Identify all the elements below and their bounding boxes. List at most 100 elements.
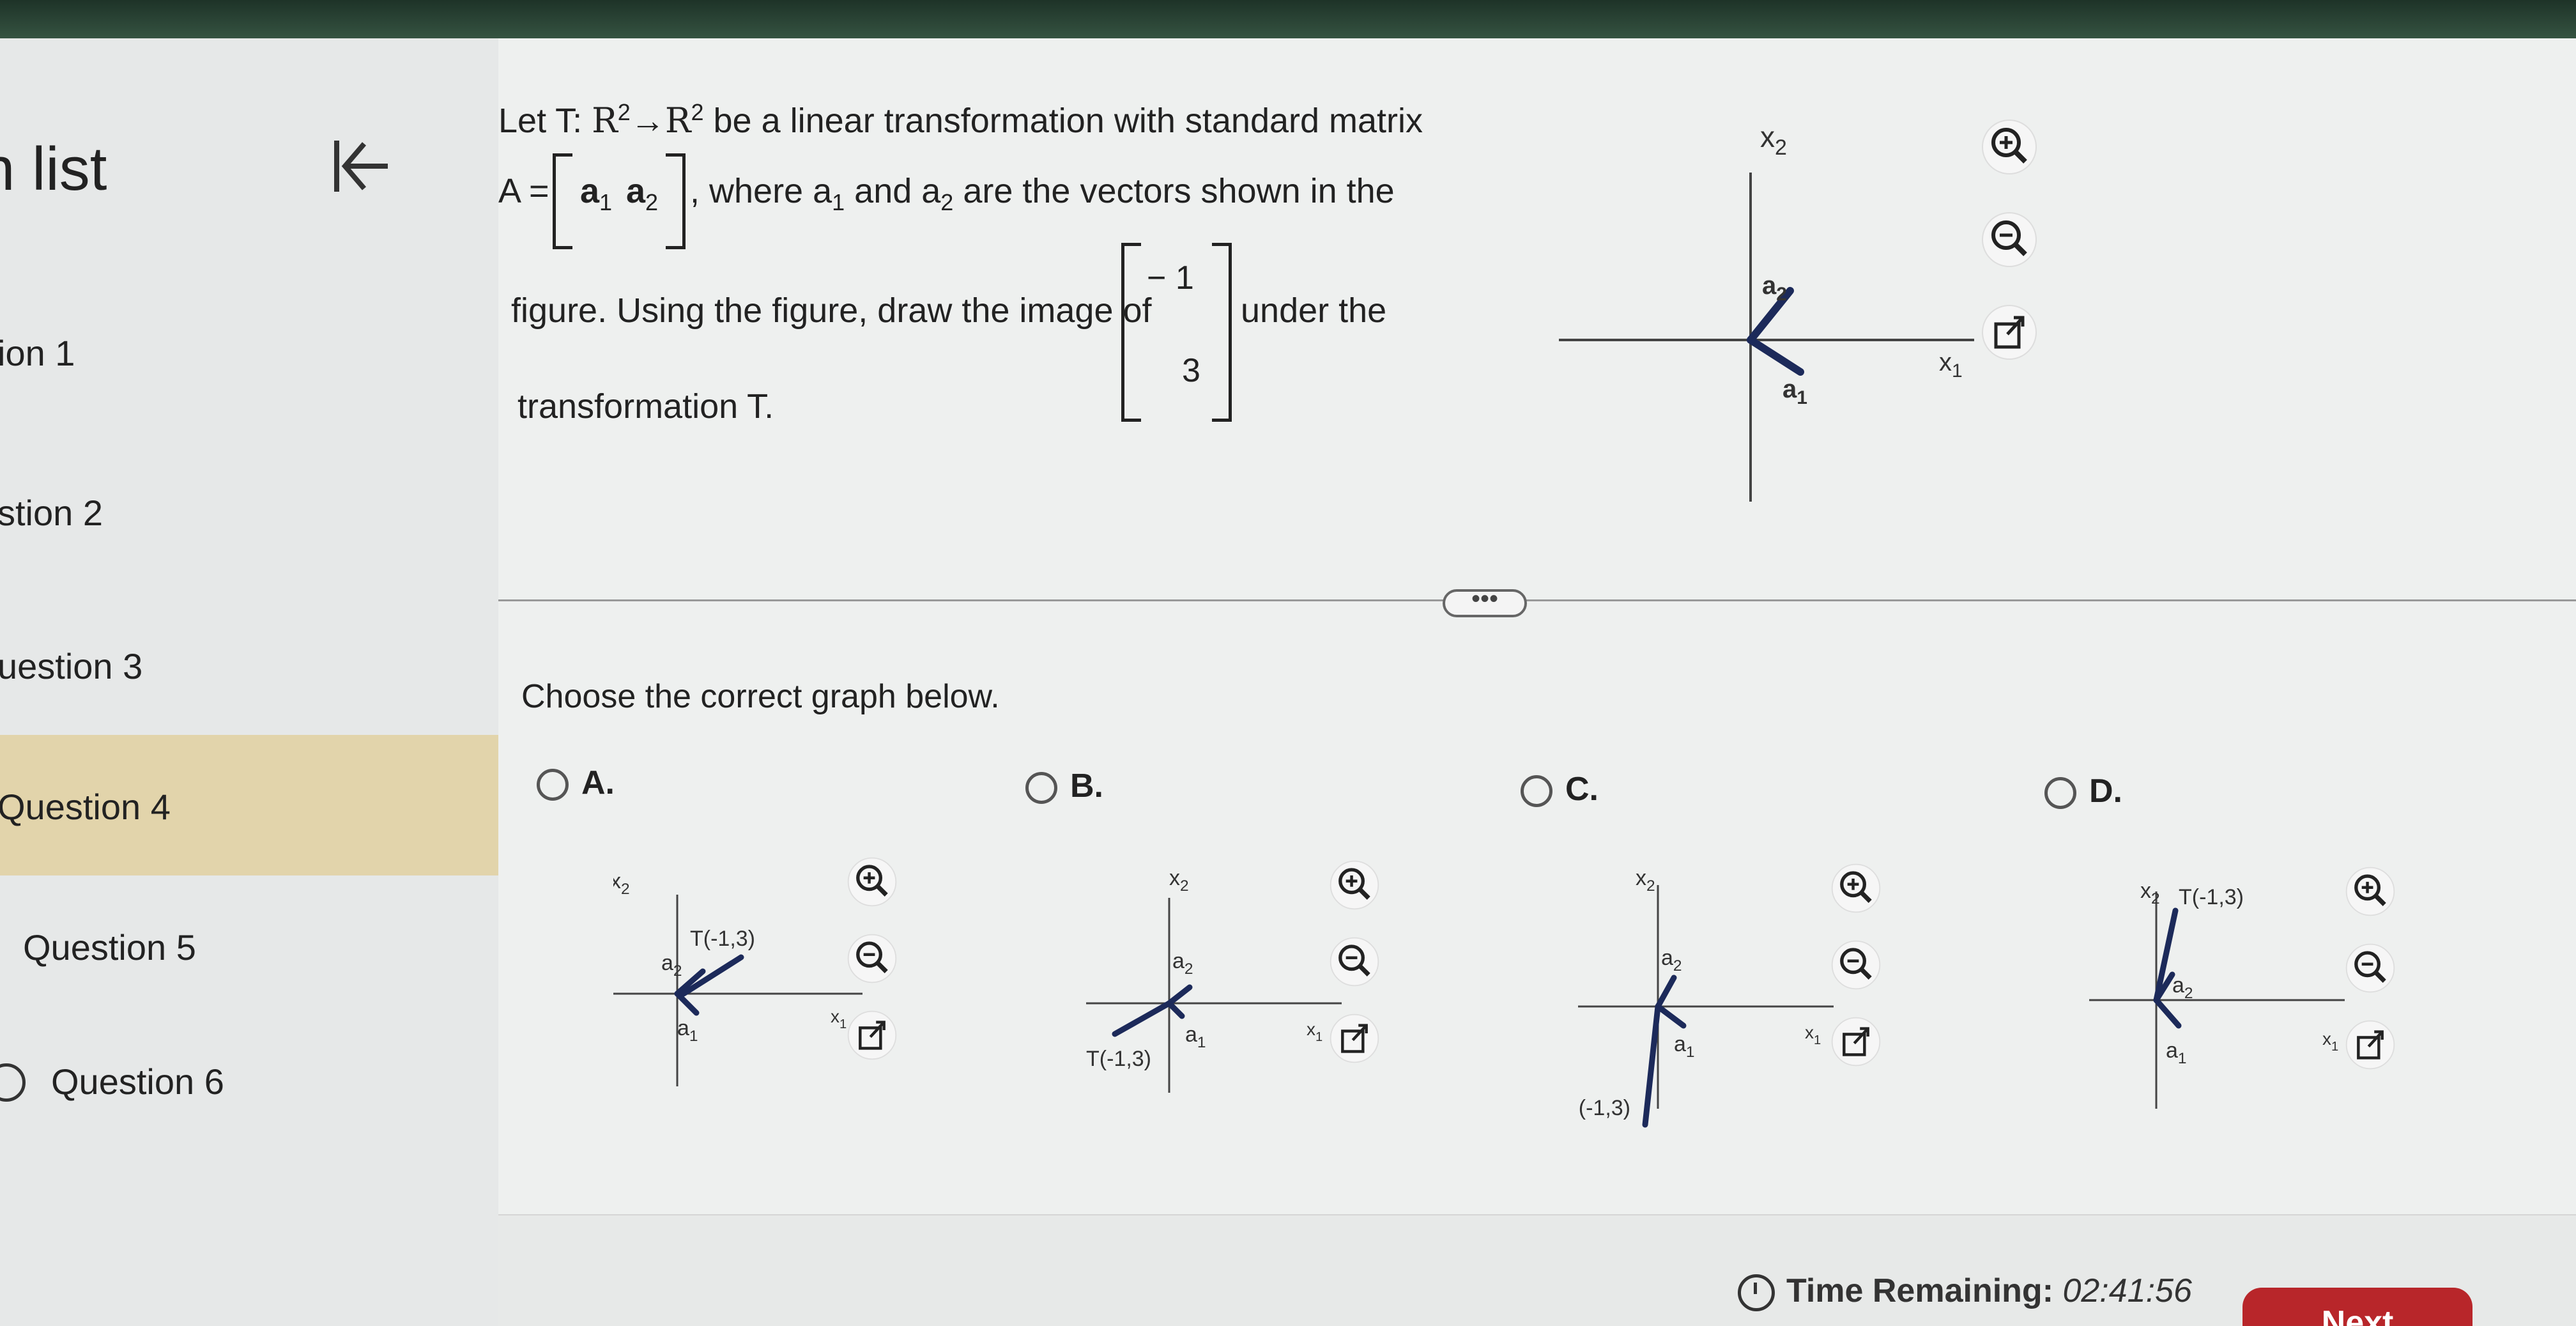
vector-label-a2: a2 (2172, 973, 2193, 1002)
open-in-new-window-icon[interactable] (847, 1010, 898, 1061)
image-label: T(-1,3) (690, 927, 755, 951)
matrix-column-2: a2 (626, 171, 658, 216)
radio-icon[interactable] (2044, 777, 2076, 810)
question-line-4: transformation T. (518, 387, 774, 426)
question-text: Let T: (498, 102, 592, 140)
option-c-graph: T(-1,3) a2 a1 x2 x1 (1578, 866, 1834, 1128)
axis-label-x2: x2 (613, 869, 630, 898)
axis-label-x2: x2 (1169, 866, 1189, 895)
vector-label-a1: a1 (2166, 1038, 2187, 1067)
question-line-3: figure. Using the figure, draw the image… (511, 291, 1152, 330)
option-c[interactable]: C. (1521, 770, 1598, 808)
section-divider (498, 599, 2576, 601)
zoom-in-icon[interactable] (1329, 860, 1380, 911)
question-text: are the vectors shown in the (953, 172, 1395, 210)
zoom-in-icon[interactable] (2345, 866, 2396, 917)
vector-entry-bottom: 3 (1182, 352, 1200, 389)
axis-label-x2: x2 (1636, 866, 1655, 895)
vector-t-image (1642, 1003, 1661, 1128)
axis-label-x1: x1 (1805, 1022, 1821, 1047)
subscript: 1 (599, 189, 613, 215)
exponent: 2 (691, 99, 704, 125)
vector-label-a2: a2 (1172, 949, 1193, 978)
next-button[interactable]: Next (2242, 1288, 2472, 1326)
option-a-graph: T(-1,3) a2 a1 x2 x1 (613, 869, 862, 1086)
question-text: and a (845, 172, 941, 210)
question-status-icon (0, 1063, 26, 1102)
matrix-bracket-right (666, 153, 686, 249)
question-line-3-end: under the (1241, 291, 1387, 330)
zoom-in-icon[interactable] (1830, 863, 1882, 914)
zoom-out-icon[interactable] (2345, 943, 2396, 994)
matrix-column-1: a1 (580, 171, 612, 216)
sidebar-item-question-2[interactable]: stion 2 (0, 441, 498, 582)
sidebar-item-question-5[interactable]: Question 5 (0, 875, 498, 1016)
screen: n list ion 1 stion 2 uestion 3 Question … (0, 38, 2576, 1326)
axis-label-x1: x1 (831, 1006, 847, 1031)
sidebar-item-question-3[interactable]: uestion 3 (0, 594, 498, 735)
clock-icon (1738, 1274, 1775, 1312)
question-figure: x2 x1 a2 a1 (1559, 120, 1974, 502)
option-label: A. (581, 764, 615, 801)
option-b[interactable]: B. (1025, 767, 1103, 805)
zoom-out-icon[interactable] (847, 933, 898, 984)
time-remaining: Time Remaining: 02:41:56 (1738, 1272, 2192, 1312)
radio-icon[interactable] (537, 769, 569, 801)
sidebar-item-question-6[interactable]: Question 6 (0, 1010, 498, 1150)
question-line-2: , where a1 and a2 are the vectors shown … (690, 171, 1395, 216)
question-panel: Let T: R2→R2 be a linear transformation … (498, 38, 2576, 1326)
open-in-new-window-icon[interactable] (1830, 1016, 1882, 1067)
radio-icon[interactable] (1025, 772, 1057, 805)
collapse-sidebar-icon[interactable] (329, 134, 393, 208)
subscript: 2 (940, 189, 954, 215)
sidebar-title: n list (0, 135, 107, 203)
vector-symbol: a (580, 172, 600, 210)
open-in-new-window-icon[interactable] (1329, 1013, 1380, 1064)
axis-label-x2: x2 (1760, 120, 1787, 160)
axis-label-x2: x2 (2140, 879, 2160, 907)
zoom-out-icon[interactable] (1830, 939, 1882, 991)
vector-label-a1: a1 (1674, 1032, 1695, 1061)
codomain-symbol: R (664, 100, 691, 141)
vector-label-a2: a2 (1661, 946, 1682, 975)
open-in-new-window-icon[interactable] (1981, 304, 2038, 361)
radio-icon[interactable] (1521, 775, 1552, 808)
question-text: , where a (690, 172, 832, 210)
subscript: 1 (832, 189, 845, 215)
question-line-1: Let T: R2→R2 be a linear transformation … (498, 99, 1423, 141)
option-a[interactable]: A. (537, 764, 615, 802)
sidebar-item-question-4[interactable]: Question 4 (0, 735, 498, 875)
zoom-out-icon[interactable] (1329, 936, 1380, 987)
axis-label-x1: x1 (1307, 1019, 1322, 1044)
option-d-graph: T(-1,3) a2 a1 x2 x1 (2089, 879, 2345, 1109)
vector-a2 (1655, 975, 1677, 1010)
vector-a2 (1166, 984, 1193, 1006)
zoom-in-icon[interactable] (1981, 118, 2038, 176)
sidebar-item-label: Question 6 (51, 1061, 224, 1102)
open-in-new-window-icon[interactable] (2345, 1019, 2396, 1070)
option-label: C. (1565, 771, 1598, 808)
subscript: 2 (645, 189, 659, 215)
zoom-out-icon[interactable] (1981, 211, 2038, 268)
vector-entry-top: − 1 (1147, 259, 1194, 297)
vector-label-a2: a2 (1762, 272, 1787, 305)
choose-instruction: Choose the correct graph below. (521, 678, 1000, 715)
vector-bracket-right (1212, 243, 1232, 422)
vector-a1 (1655, 1003, 1687, 1029)
option-b-graph: T(-1,3) a2 a1 x2 x1 (1086, 866, 1342, 1093)
matrix-bracket-left (553, 153, 572, 249)
arrow-symbol: → (630, 102, 665, 140)
sidebar-item-question-1[interactable]: ion 1 (0, 281, 498, 422)
vector-a1 (2153, 997, 2182, 1029)
zoom-in-icon[interactable] (847, 856, 898, 907)
vector-t-image (680, 954, 744, 997)
question-text: be a linear transformation with standard… (703, 102, 1423, 140)
option-d[interactable]: D. (2044, 772, 2122, 810)
option-label: B. (1070, 767, 1103, 805)
option-label: D. (2089, 773, 2122, 810)
vector-label-a1: a1 (1185, 1022, 1206, 1051)
sidebar-item-label: Question 4 (0, 787, 171, 827)
matrix-a-label: A = (498, 172, 549, 210)
expand-handle[interactable]: ••• (1443, 586, 1527, 617)
sidebar-item-label: ion 1 (0, 333, 75, 373)
